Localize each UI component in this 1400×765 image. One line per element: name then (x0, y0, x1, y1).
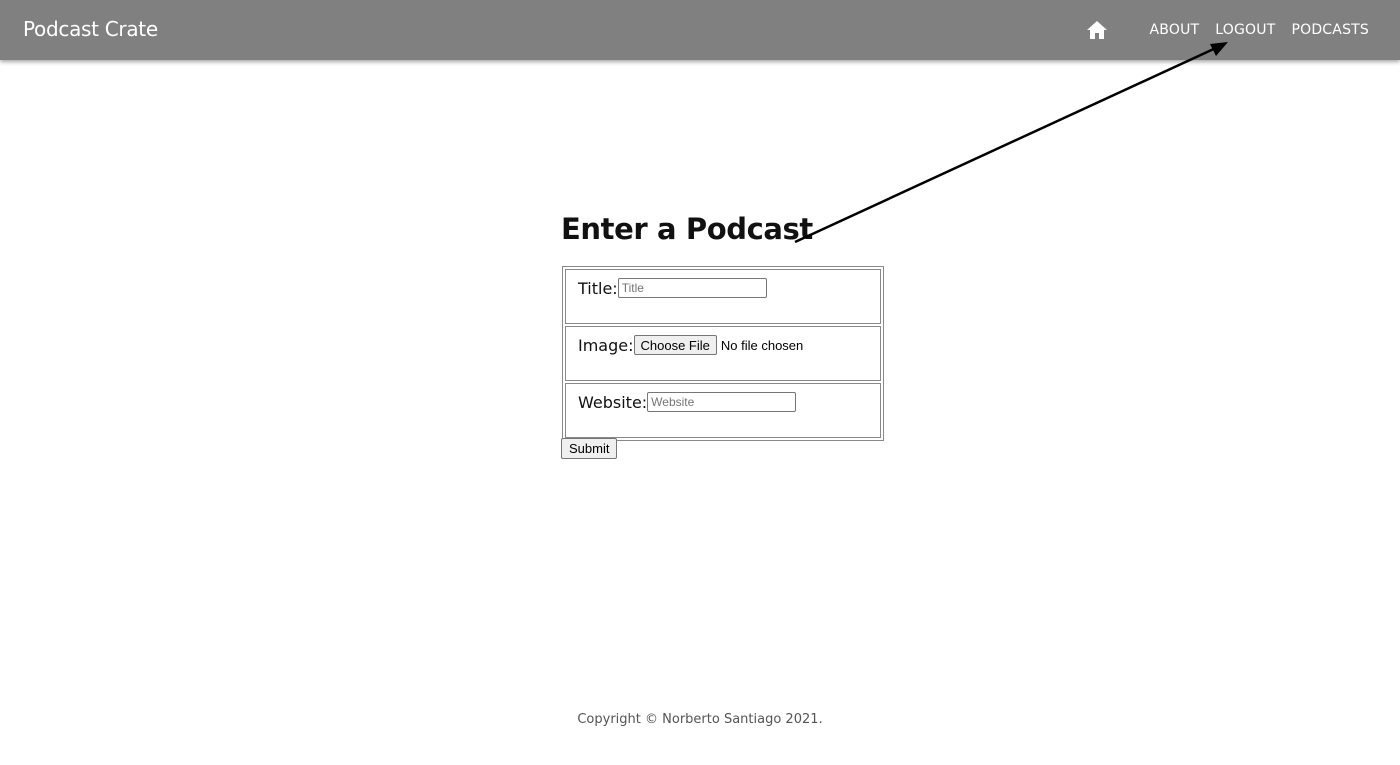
image-label: Image: (578, 335, 634, 355)
main-nav: ABOUT LOGOUT PODCASTS (1086, 0, 1369, 60)
title-input[interactable] (617, 278, 767, 298)
footer-copyright: Copyright © Norberto Santiago 2021. (577, 712, 823, 727)
image-row: Image: Choose File No file chosen (565, 326, 881, 381)
file-status-text: No file chosen (720, 337, 804, 353)
nav-link-about[interactable]: ABOUT (1150, 22, 1200, 38)
choose-file-button[interactable]: Choose File (633, 335, 717, 355)
arrow-shaft (794, 45, 1219, 244)
title-label: Title: (578, 278, 618, 298)
website-input[interactable] (647, 392, 797, 412)
website-row: Website: (565, 383, 881, 438)
submit-button[interactable]: Submit (561, 438, 618, 459)
title-cell: Title: (565, 269, 881, 324)
nav-link-podcasts[interactable]: PODCASTS (1291, 22, 1369, 38)
page-title: Enter a Podcast (561, 212, 813, 246)
home-icon[interactable] (1086, 19, 1108, 41)
home-icon-glyph (1086, 21, 1107, 39)
image-cell: Image: Choose File No file chosen (565, 326, 881, 381)
website-label: Website: (578, 392, 648, 412)
nav-link-logout[interactable]: LOGOUT (1215, 22, 1275, 38)
title-row: Title: (565, 269, 881, 324)
brand-title[interactable]: Podcast Crate (23, 17, 158, 41)
website-cell: Website: (565, 383, 881, 438)
app-bar: Podcast Crate ABOUT LOGOUT PODCASTS (0, 0, 1400, 60)
podcast-form: Title: Image: Choose File No file chosen… (562, 266, 884, 441)
